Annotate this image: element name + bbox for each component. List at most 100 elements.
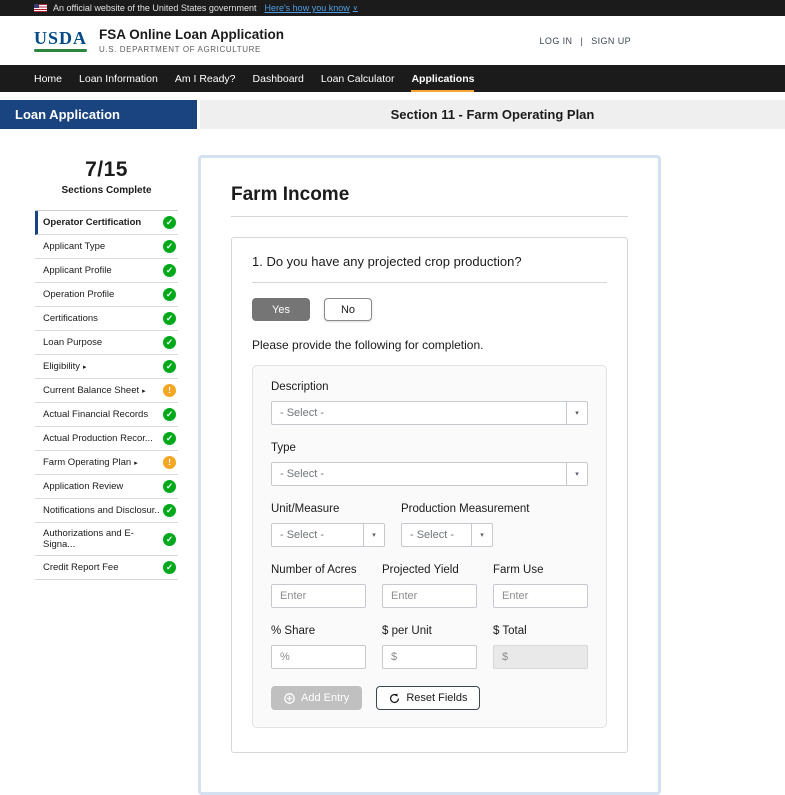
gov-banner-text: An official website of the United States… [53, 3, 256, 13]
reset-icon [389, 693, 400, 704]
section-item-label: Applicant Type [43, 241, 108, 252]
section-item-text: Eligibility [43, 361, 80, 372]
sidebar-item-actual-production-records[interactable]: Actual Production Recor... [35, 427, 178, 451]
sidebar-item-farm-operating-plan[interactable]: Farm Operating Plan▸ [35, 451, 178, 475]
no-button[interactable]: No [324, 298, 372, 321]
share-unit-total-row: % Share $ per Unit $ Total [271, 625, 588, 669]
unit-measure-select[interactable]: - Select - ▾ [271, 523, 385, 547]
nav-gap [0, 92, 785, 100]
question-box: 1. Do you have any projected crop produc… [231, 237, 628, 753]
description-select-value: - Select - [272, 402, 566, 424]
question-divider [252, 282, 607, 283]
log-in-link[interactable]: LOG IN [540, 36, 573, 46]
sidebar-item-operation-profile[interactable]: Operation Profile [35, 283, 178, 307]
section-item-label: Actual Financial Records [43, 409, 151, 420]
nav-item-dashboard[interactable]: Dashboard [253, 65, 304, 92]
nav-item-am-i-ready[interactable]: Am I Ready? [175, 65, 236, 92]
section-item-text: Farm Operating Plan [43, 457, 131, 468]
unit-production-row: Unit/Measure - Select - ▾ Production Mea… [271, 503, 588, 547]
sidebar-item-eligibility[interactable]: Eligibility▸ [35, 355, 178, 379]
usda-logo-text: USDA [34, 29, 87, 47]
sidebar-item-authorizations-esignature[interactable]: Authorizations and E-Signa... [35, 523, 178, 556]
unit-measure-field-group: Unit/Measure - Select - ▾ [271, 503, 385, 547]
acres-yield-use-row: Number of Acres Projected Yield Farm Use [271, 564, 588, 608]
yes-no-row: Yes No [252, 298, 607, 321]
sidebar-item-applicant-type[interactable]: Applicant Type [35, 235, 178, 259]
type-select[interactable]: - Select - ▾ [271, 462, 588, 486]
section-item-text: Operation Profile [43, 289, 114, 300]
sidebar-item-certifications[interactable]: Certifications [35, 307, 178, 331]
dollar-total-input [493, 645, 588, 669]
status-icon [163, 360, 176, 373]
projected-yield-input[interactable] [382, 584, 477, 608]
sidebar-item-current-balance-sheet[interactable]: Current Balance Sheet▸ [35, 379, 178, 403]
nav-item-loan-calculator[interactable]: Loan Calculator [321, 65, 395, 92]
crop-entry-form: Description - Select - ▾ Type - Select -… [252, 365, 607, 728]
farm-use-input[interactable] [493, 584, 588, 608]
section-item-text: Notifications and Disclosur... [43, 505, 159, 516]
section-item-text: Authorizations and E-Signa... [43, 528, 156, 550]
site-header: USDA FSA Online Loan Application U.S. DE… [0, 16, 785, 65]
percent-share-input[interactable] [271, 645, 366, 669]
type-field-group: Type - Select - ▾ [271, 442, 588, 486]
section-item-label: Loan Purpose [43, 337, 105, 348]
unit-measure-select-value: - Select - [272, 524, 363, 546]
farm-use-field-group: Farm Use [493, 564, 588, 608]
add-entry-label: Add Entry [301, 692, 349, 704]
description-field-group: Description - Select - ▾ [271, 381, 588, 425]
sidebar-item-credit-report-fee[interactable]: Credit Report Fee [35, 556, 178, 580]
status-icon [163, 240, 176, 253]
nav-item-applications[interactable]: Applications [411, 65, 474, 92]
production-measurement-select[interactable]: - Select - ▾ [401, 523, 493, 547]
status-icon [163, 264, 176, 277]
chevron-down-icon: ∨ [353, 4, 358, 12]
dollar-total-label: $ Total [493, 625, 588, 637]
dept-subtitle: U.S. DEPARTMENT OF AGRICULTURE [99, 45, 284, 54]
sidebar-item-operator-certification[interactable]: Operator Certification [35, 211, 178, 235]
title-divider [231, 216, 628, 217]
status-icon [163, 432, 176, 445]
add-entry-button[interactable]: Add Entry [271, 686, 362, 710]
nav-item-home[interactable]: Home [34, 65, 62, 92]
farm-income-card: Farm Income 1. Do you have any projected… [198, 155, 661, 795]
yes-button[interactable]: Yes [252, 298, 310, 321]
section-item-label: Credit Report Fee [43, 562, 122, 573]
status-icon [163, 288, 176, 301]
section-item-text: Applicant Type [43, 241, 105, 252]
status-icon [163, 384, 176, 397]
sidebar-item-application-review[interactable]: Application Review [35, 475, 178, 499]
sidebar-item-loan-purpose[interactable]: Loan Purpose [35, 331, 178, 355]
section-item-label: Authorizations and E-Signa... [43, 528, 159, 550]
expand-chevron-icon: ▸ [134, 459, 138, 467]
plus-circle-icon [284, 693, 295, 704]
sidebar-item-notifications-disclosures[interactable]: Notifications and Disclosur... [35, 499, 178, 523]
section-item-text: Actual Production Recor... [43, 433, 153, 444]
type-select-value: - Select - [272, 463, 566, 485]
form-actions-row: Add Entry Reset Fields [271, 686, 588, 710]
how-you-know-link[interactable]: Here's how you know ∨ [264, 3, 357, 13]
dollar-per-unit-label: $ per Unit [382, 625, 477, 637]
section-item-label: Certifications [43, 313, 101, 324]
projected-yield-field-group: Projected Yield [382, 564, 477, 608]
section-item-text: Credit Report Fee [43, 562, 119, 573]
sidebar-item-actual-financial-records[interactable]: Actual Financial Records [35, 403, 178, 427]
reset-fields-button[interactable]: Reset Fields [376, 686, 480, 710]
crop-production-question: 1. Do you have any projected crop produc… [252, 254, 607, 269]
farm-use-label: Farm Use [493, 564, 588, 576]
section-item-label: Actual Production Recor... [43, 433, 156, 444]
production-measurement-select-value: - Select - [402, 524, 471, 546]
nav-item-loan-information[interactable]: Loan Information [79, 65, 158, 92]
sidebar-item-applicant-profile[interactable]: Applicant Profile [35, 259, 178, 283]
sign-up-link[interactable]: SIGN UP [591, 36, 631, 46]
usda-logo[interactable]: USDA [34, 29, 87, 52]
section-item-label: Notifications and Disclosur... [43, 505, 159, 516]
auth-divider: | [580, 36, 583, 46]
description-select[interactable]: - Select - ▾ [271, 401, 588, 425]
percent-share-field-group: % Share [271, 625, 366, 669]
number-of-acres-input[interactable] [271, 584, 366, 608]
status-icon [163, 456, 176, 469]
dollar-per-unit-input[interactable] [382, 645, 477, 669]
section-item-text: Applicant Profile [43, 265, 112, 276]
dollar-total-field-group: $ Total [493, 625, 588, 669]
app-title: FSA Online Loan Application [99, 27, 284, 42]
